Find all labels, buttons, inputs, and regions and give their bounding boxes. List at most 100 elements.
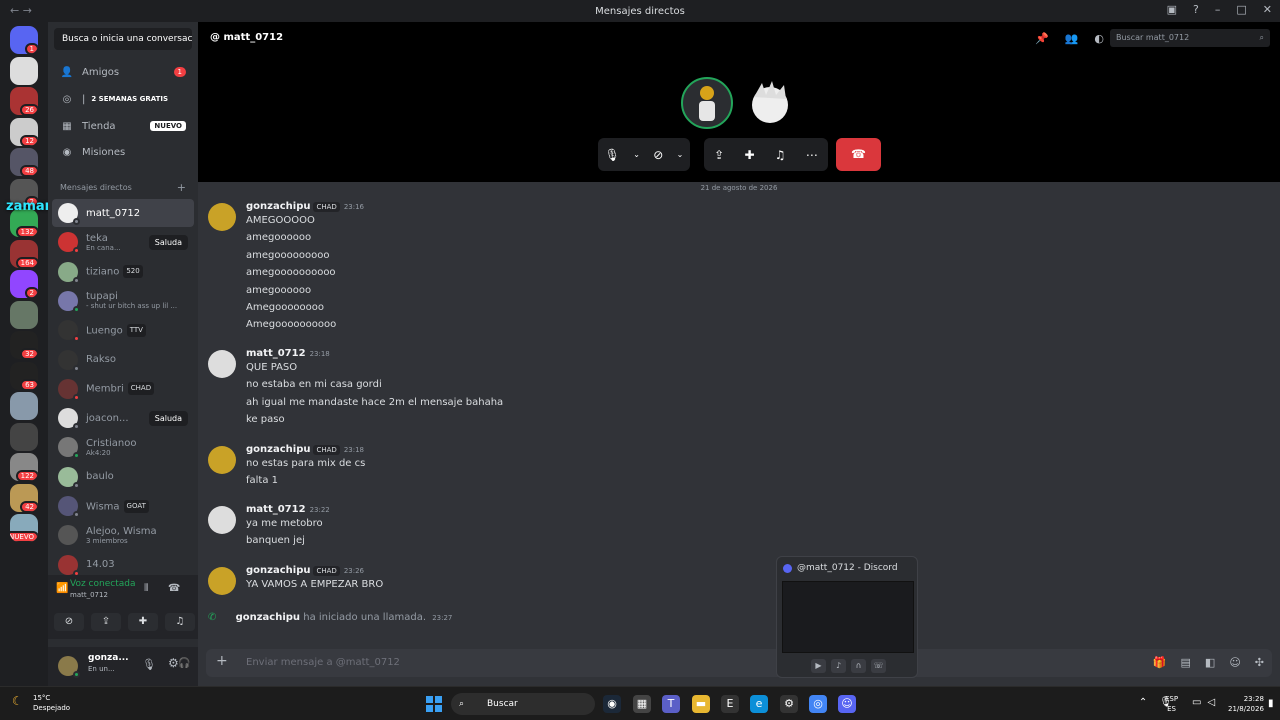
discord-taskbar-icon[interactable]: ☺	[838, 695, 856, 713]
apps-icon[interactable]: ✣	[1255, 656, 1264, 669]
sticker-icon[interactable]: ◧	[1205, 656, 1215, 669]
dm-item[interactable]: Cristianoo Ak4:20	[52, 433, 194, 461]
steam-icon[interactable]: ◉	[603, 695, 621, 713]
dm-item[interactable]: joacon... Saluda	[52, 404, 194, 432]
preview-thumbnail[interactable]	[782, 581, 914, 653]
dm-item[interactable]: Luengo TTV	[52, 316, 194, 344]
epic-icon[interactable]: E	[721, 695, 739, 713]
shop-nav[interactable]: ▦ Tienda NUEVO	[54, 114, 192, 138]
store-icon[interactable]: ▦	[633, 695, 651, 713]
message-avatar[interactable]	[208, 506, 236, 534]
close-button[interactable]: ✕	[1263, 3, 1272, 16]
create-dm-icon[interactable]: +	[177, 181, 186, 194]
message-author[interactable]: gonzachipu	[246, 444, 310, 455]
server-icon[interactable]: 32	[10, 331, 38, 359]
dm-item[interactable]: Membri CHAD	[52, 375, 194, 403]
mic-icon[interactable]: 🎙	[142, 658, 156, 671]
clock[interactable]: 23:28 21/8/2026	[1228, 694, 1264, 714]
friends-nav[interactable]: 👤 Amigos 1	[54, 60, 192, 84]
dm-item[interactable]: Alejoo, Wisma 3 miembros	[52, 521, 194, 549]
maximize-button[interactable]: □	[1236, 3, 1246, 16]
add-friends-icon[interactable]: 👥	[1065, 32, 1079, 45]
dm-item[interactable]: tiziano 520	[52, 258, 194, 286]
message-avatar[interactable]	[208, 350, 236, 378]
inbox-icon[interactable]: ▣	[1167, 3, 1177, 16]
header-search-input[interactable]: Buscar matt_0712 ⌕	[1110, 29, 1270, 47]
minimize-button[interactable]: –	[1215, 3, 1221, 16]
server-icon[interactable]: NUEVO	[10, 514, 38, 542]
dm-item[interactable]: baulo	[52, 463, 194, 491]
server-icon[interactable]: 122	[10, 453, 38, 481]
language-indicator[interactable]: ESP ES	[1165, 694, 1178, 714]
network-icon[interactable]: ▭	[1192, 697, 1201, 708]
missions-nav[interactable]: ◉ Misiones	[54, 140, 192, 164]
dm-item[interactable]: matt_0712	[52, 199, 194, 227]
end-call-button[interactable]: ☎	[836, 138, 881, 171]
server-icon[interactable]: 26	[10, 87, 38, 115]
profile-icon[interactable]: ◐	[1094, 32, 1104, 45]
dm-item[interactable]: Rakso	[52, 346, 194, 374]
headset-icon[interactable]: ∩	[851, 659, 866, 673]
settings-icon[interactable]: ⚙	[168, 656, 179, 670]
weather-widget[interactable]: 15°C Despejado	[33, 693, 70, 713]
server-icon[interactable]: 1	[10, 26, 38, 54]
nitro-nav[interactable]: ◎ | 2 SEMANAS GRATIS	[54, 87, 192, 111]
message-avatar[interactable]	[208, 203, 236, 231]
app-icon[interactable]: ⚙	[780, 695, 798, 713]
server-icon[interactable]	[10, 300, 38, 329]
message-avatar[interactable]	[208, 567, 236, 595]
edge-icon[interactable]: e	[750, 695, 768, 713]
screen-share-icon[interactable]: ⇪	[714, 148, 724, 162]
caller-avatar-gonzachipu[interactable]	[681, 77, 733, 129]
camera-off-button[interactable]: ⊘	[54, 613, 84, 631]
taskbar-preview[interactable]: @matt_0712 - Discord ▶ ♪ ∩ ☏	[776, 556, 918, 678]
attach-icon[interactable]: +	[216, 653, 228, 669]
message-author[interactable]: matt_0712	[246, 348, 306, 359]
composer-input[interactable]: Enviar mensaje a @matt_0712	[246, 657, 400, 668]
camera-off-icon[interactable]: ⊘	[653, 148, 663, 162]
server-icon[interactable]: 12	[10, 117, 38, 146]
caller-avatar-matt[interactable]	[744, 77, 796, 129]
soundboard-button[interactable]: ♫	[165, 613, 195, 631]
voice-status[interactable]: Voz conectada	[70, 579, 135, 589]
voice-channel[interactable]: matt_0712	[70, 591, 108, 599]
chrome-icon[interactable]: ◎	[809, 695, 827, 713]
wave-button[interactable]: Saluda	[148, 410, 188, 426]
mic-icon[interactable]: ♪	[831, 659, 846, 673]
wave-button[interactable]: Saluda	[148, 234, 188, 250]
activities-button[interactable]: ✚	[128, 613, 158, 631]
headset-icon[interactable]: 🎧	[178, 658, 190, 669]
server-icon[interactable]	[10, 422, 38, 451]
disconnect-icon[interactable]: ☎	[168, 583, 180, 594]
explorer-icon[interactable]: ▬	[692, 695, 710, 713]
server-icon[interactable]: 48	[10, 148, 38, 176]
pin-icon[interactable]: 📌	[1035, 32, 1049, 45]
screen-share-button[interactable]: ⇪	[91, 613, 121, 631]
message-author[interactable]: matt_0712	[246, 504, 306, 515]
server-icon[interactable]: 2	[10, 270, 38, 298]
help-icon[interactable]: ?	[1193, 3, 1199, 16]
activities-icon[interactable]: ✚	[744, 148, 754, 162]
server-icon[interactable]	[10, 392, 38, 420]
user-avatar[interactable]	[58, 656, 80, 678]
more-icon[interactable]: ⋯	[806, 148, 818, 162]
server-icon[interactable]: 63	[10, 361, 38, 390]
chevron-down-icon[interactable]: ⌄	[633, 150, 640, 159]
gif-icon[interactable]: ▤	[1181, 656, 1191, 669]
chevron-down-icon[interactable]: ⌄	[677, 150, 684, 159]
server-icon[interactable]: 42	[10, 483, 38, 512]
message-author[interactable]: gonzachipu	[246, 565, 310, 576]
noise-suppression-icon[interactable]: ⦀	[144, 583, 148, 594]
emoji-icon[interactable]: ☺	[1229, 656, 1240, 669]
start-button[interactable]	[426, 696, 442, 712]
volume-icon[interactable]: ◁	[1207, 697, 1215, 708]
taskbar-search[interactable]: ⌕ Buscar	[451, 693, 595, 715]
phone-icon[interactable]: ☏	[871, 659, 886, 673]
dm-item[interactable]: teka En cana... Saluda	[52, 228, 194, 256]
soundboard-icon[interactable]: ♫	[775, 148, 786, 162]
server-icon[interactable]	[10, 56, 38, 85]
notifications-icon[interactable]: ▮	[1268, 698, 1274, 709]
dm-item[interactable]: Wisma GOAT	[52, 492, 194, 520]
message-avatar[interactable]	[208, 446, 236, 474]
user-name[interactable]: gonza...	[88, 653, 129, 663]
